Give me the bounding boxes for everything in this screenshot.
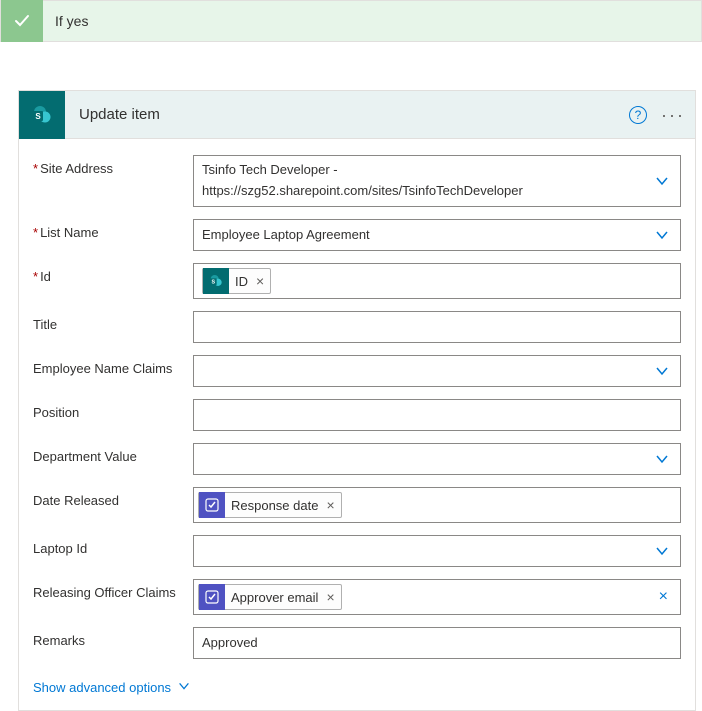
token-remove-icon[interactable]: × [324, 589, 334, 605]
condition-branch-title: If yes [43, 13, 88, 29]
show-advanced-options-link[interactable]: Show advanced options [33, 679, 191, 696]
svg-text:S: S [35, 112, 41, 121]
approval-icon [199, 492, 225, 518]
id-input[interactable]: S ID × [193, 263, 681, 299]
releasing-officer-input[interactable]: Approver email × × [193, 579, 681, 615]
department-dropdown[interactable] [193, 443, 681, 475]
date-released-input[interactable]: Response date × [193, 487, 681, 523]
token-approver-email[interactable]: Approver email × [198, 584, 342, 610]
title-input[interactable] [193, 311, 681, 343]
action-card: S Update item ? ··· Site Address Tsinfo … [18, 90, 696, 711]
list-name-dropdown[interactable]: Employee Laptop Agreement [193, 219, 681, 251]
chevron-down-icon [177, 679, 191, 696]
token-remove-icon[interactable]: × [324, 497, 334, 513]
token-response-date[interactable]: Response date × [198, 492, 342, 518]
remarks-input[interactable]: Approved [193, 627, 681, 659]
checkmark-icon [1, 0, 43, 42]
label-employee-name: Employee Name Claims [33, 355, 193, 376]
approval-icon [199, 584, 225, 610]
chevron-down-icon [654, 227, 670, 243]
action-title: Update item [65, 106, 629, 123]
token-remove-icon[interactable]: × [254, 273, 264, 289]
label-department: Department Value [33, 443, 193, 464]
label-releasing-officer: Releasing Officer Claims [33, 579, 193, 600]
label-date-released: Date Released [33, 487, 193, 508]
sharepoint-icon: S [203, 268, 229, 294]
chevron-down-icon [654, 451, 670, 467]
label-remarks: Remarks [33, 627, 193, 648]
label-title: Title [33, 311, 193, 332]
clear-field-icon[interactable]: × [659, 588, 668, 606]
chevron-down-icon [654, 363, 670, 379]
chevron-down-icon [654, 173, 670, 189]
label-id: Id [33, 263, 193, 284]
label-position: Position [33, 399, 193, 420]
position-input[interactable] [193, 399, 681, 431]
token-id[interactable]: S ID × [202, 268, 271, 294]
laptop-id-dropdown[interactable] [193, 535, 681, 567]
chevron-down-icon [654, 543, 670, 559]
action-body: Site Address Tsinfo Tech Developer - htt… [19, 139, 695, 710]
help-icon[interactable]: ? [629, 106, 647, 124]
label-site-address: Site Address [33, 155, 193, 176]
label-laptop-id: Laptop Id [33, 535, 193, 556]
label-list-name: List Name [33, 219, 193, 240]
employee-name-dropdown[interactable] [193, 355, 681, 387]
sharepoint-icon: S [19, 91, 65, 139]
condition-branch-header: If yes [0, 0, 702, 42]
svg-text:S: S [212, 280, 216, 286]
more-menu-icon[interactable]: ··· [661, 106, 685, 124]
site-address-dropdown[interactable]: Tsinfo Tech Developer - https://szg52.sh… [193, 155, 681, 207]
action-header[interactable]: S Update item ? ··· [19, 91, 695, 139]
